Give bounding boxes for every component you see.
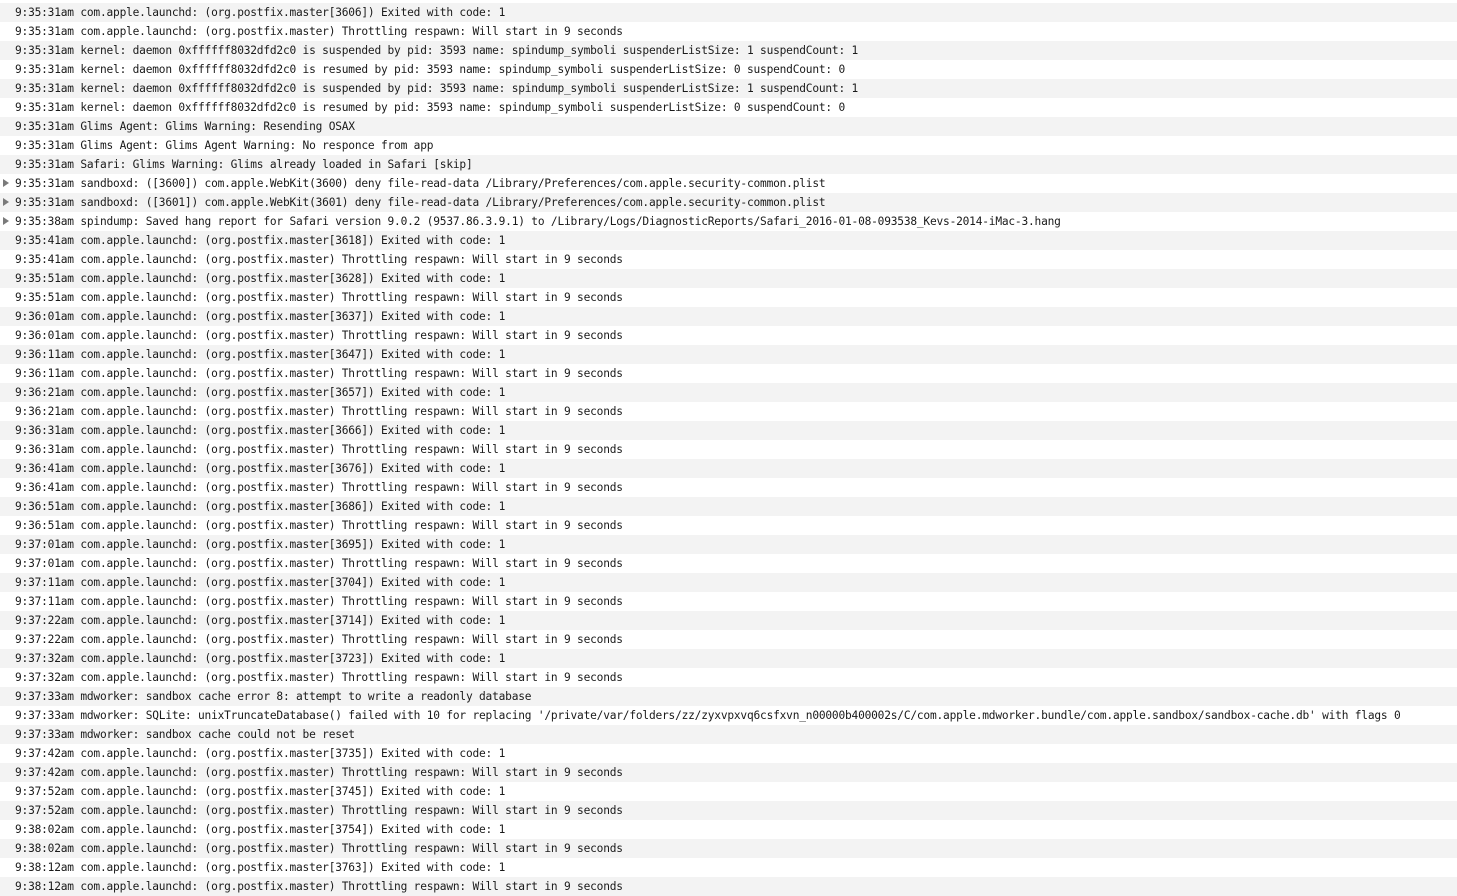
- log-row[interactable]: 9:37:32am com.apple.launchd: (org.postfi…: [0, 668, 1457, 687]
- log-row[interactable]: 9:37:42am com.apple.launchd: (org.postfi…: [0, 763, 1457, 782]
- log-row[interactable]: 9:35:31am kernel: daemon 0xffffff8032dfd…: [0, 79, 1457, 98]
- log-row[interactable]: 9:35:38am spindump: Saved hang report fo…: [0, 212, 1457, 231]
- log-row[interactable]: 9:35:31am Safari: Glims Warning: Glims a…: [0, 155, 1457, 174]
- log-message: 9:35:31am com.apple.launchd: (org.postfi…: [15, 25, 623, 38]
- log-row[interactable]: 9:37:33am mdworker: sandbox cache could …: [0, 725, 1457, 744]
- log-message: 9:35:31am kernel: daemon 0xffffff8032dfd…: [15, 82, 859, 95]
- log-message: 9:38:02am com.apple.launchd: (org.postfi…: [15, 842, 623, 855]
- log-message: 9:35:31am sandboxd: ([3601]) com.apple.W…: [15, 196, 826, 209]
- log-row[interactable]: 9:36:51am com.apple.launchd: (org.postfi…: [0, 497, 1457, 516]
- log-message: 9:36:31am com.apple.launchd: (org.postfi…: [15, 424, 506, 437]
- log-message: 9:36:51am com.apple.launchd: (org.postfi…: [15, 500, 506, 513]
- log-message: 9:36:11am com.apple.launchd: (org.postfi…: [15, 367, 623, 380]
- log-message: 9:37:52am com.apple.launchd: (org.postfi…: [15, 785, 506, 798]
- log-message: 9:37:52am com.apple.launchd: (org.postfi…: [15, 804, 623, 817]
- log-message: 9:35:31am Glims Agent: Glims Agent Warni…: [15, 139, 434, 152]
- log-message: 9:36:01am com.apple.launchd: (org.postfi…: [15, 329, 623, 342]
- log-row[interactable]: 9:36:01am com.apple.launchd: (org.postfi…: [0, 307, 1457, 326]
- log-message: 9:36:21am com.apple.launchd: (org.postfi…: [15, 386, 506, 399]
- log-message: 9:37:32am com.apple.launchd: (org.postfi…: [15, 671, 623, 684]
- log-message: 9:35:31am sandboxd: ([3600]) com.apple.W…: [15, 177, 826, 190]
- log-row[interactable]: 9:35:31am com.apple.launchd: (org.postfi…: [0, 3, 1457, 22]
- log-row[interactable]: 9:36:41am com.apple.launchd: (org.postfi…: [0, 478, 1457, 497]
- log-message: 9:36:41am com.apple.launchd: (org.postfi…: [15, 462, 506, 475]
- log-message: 9:37:42am com.apple.launchd: (org.postfi…: [15, 747, 506, 760]
- log-message: 9:35:31am Glims Agent: Glims Warning: Re…: [15, 120, 355, 133]
- log-message: 9:37:11am com.apple.launchd: (org.postfi…: [15, 576, 506, 589]
- log-message: 9:35:31am kernel: daemon 0xffffff8032dfd…: [15, 63, 846, 76]
- log-row[interactable]: 9:37:22am com.apple.launchd: (org.postfi…: [0, 611, 1457, 630]
- log-row[interactable]: 9:35:31am Glims Agent: Glims Agent Warni…: [0, 136, 1457, 155]
- log-row[interactable]: 9:35:31am com.apple.launchd: (org.postfi…: [0, 22, 1457, 41]
- log-message: 9:36:21am com.apple.launchd: (org.postfi…: [15, 405, 623, 418]
- log-row[interactable]: 9:38:12am com.apple.launchd: (org.postfi…: [0, 858, 1457, 877]
- disclosure-triangle-icon[interactable]: [3, 198, 9, 206]
- log-message: 9:36:31am com.apple.launchd: (org.postfi…: [15, 443, 623, 456]
- log-message: 9:38:12am com.apple.launchd: (org.postfi…: [15, 861, 506, 874]
- log-message: 9:37:01am com.apple.launchd: (org.postfi…: [15, 557, 623, 570]
- log-row[interactable]: 9:36:21am com.apple.launchd: (org.postfi…: [0, 402, 1457, 421]
- log-message: 9:35:31am kernel: daemon 0xffffff8032dfd…: [15, 44, 859, 57]
- log-row[interactable]: 9:37:01am com.apple.launchd: (org.postfi…: [0, 535, 1457, 554]
- log-message: 9:38:12am com.apple.launchd: (org.postfi…: [15, 880, 623, 893]
- log-message: 9:37:01am com.apple.launchd: (org.postfi…: [15, 538, 506, 551]
- log-row[interactable]: 9:37:11am com.apple.launchd: (org.postfi…: [0, 592, 1457, 611]
- log-view: 9:35:31am com.apple.launchd: (org.postfi…: [0, 3, 1457, 896]
- log-row[interactable]: 9:36:51am com.apple.launchd: (org.postfi…: [0, 516, 1457, 535]
- log-row[interactable]: 9:37:52am com.apple.launchd: (org.postfi…: [0, 782, 1457, 801]
- log-message: 9:35:41am com.apple.launchd: (org.postfi…: [15, 253, 623, 266]
- log-message: 9:35:31am kernel: daemon 0xffffff8032dfd…: [15, 101, 846, 114]
- log-row[interactable]: 9:37:32am com.apple.launchd: (org.postfi…: [0, 649, 1457, 668]
- log-row[interactable]: 9:37:01am com.apple.launchd: (org.postfi…: [0, 554, 1457, 573]
- log-row[interactable]: 9:37:33am mdworker: SQLite: unixTruncate…: [0, 706, 1457, 725]
- log-row[interactable]: 9:35:51am com.apple.launchd: (org.postfi…: [0, 269, 1457, 288]
- log-row[interactable]: 9:36:21am com.apple.launchd: (org.postfi…: [0, 383, 1457, 402]
- log-message: 9:35:51am com.apple.launchd: (org.postfi…: [15, 272, 506, 285]
- log-row[interactable]: 9:35:31am Glims Agent: Glims Warning: Re…: [0, 117, 1457, 136]
- disclosure-triangle-icon[interactable]: [3, 217, 9, 225]
- log-row[interactable]: 9:37:11am com.apple.launchd: (org.postfi…: [0, 573, 1457, 592]
- log-row[interactable]: 9:38:12am com.apple.launchd: (org.postfi…: [0, 877, 1457, 896]
- log-message: 9:38:02am com.apple.launchd: (org.postfi…: [15, 823, 506, 836]
- log-message: 9:36:01am com.apple.launchd: (org.postfi…: [15, 310, 506, 323]
- log-message: 9:37:33am mdworker: sandbox cache error …: [15, 690, 532, 703]
- log-row[interactable]: 9:35:31am kernel: daemon 0xffffff8032dfd…: [0, 60, 1457, 79]
- log-row[interactable]: 9:38:02am com.apple.launchd: (org.postfi…: [0, 820, 1457, 839]
- log-message: 9:37:33am mdworker: SQLite: unixTruncate…: [15, 709, 1401, 722]
- log-message: 9:35:31am Safari: Glims Warning: Glims a…: [15, 158, 473, 171]
- log-message: 9:35:41am com.apple.launchd: (org.postfi…: [15, 234, 506, 247]
- log-row[interactable]: 9:37:22am com.apple.launchd: (org.postfi…: [0, 630, 1457, 649]
- log-message: 9:36:51am com.apple.launchd: (org.postfi…: [15, 519, 623, 532]
- log-message: 9:36:11am com.apple.launchd: (org.postfi…: [15, 348, 506, 361]
- log-row[interactable]: 9:37:33am mdworker: sandbox cache error …: [0, 687, 1457, 706]
- log-row[interactable]: 9:36:31am com.apple.launchd: (org.postfi…: [0, 440, 1457, 459]
- log-message: 9:37:22am com.apple.launchd: (org.postfi…: [15, 614, 506, 627]
- log-row[interactable]: 9:36:41am com.apple.launchd: (org.postfi…: [0, 459, 1457, 478]
- log-row[interactable]: 9:35:31am kernel: daemon 0xffffff8032dfd…: [0, 98, 1457, 117]
- log-message: 9:37:11am com.apple.launchd: (org.postfi…: [15, 595, 623, 608]
- log-message: 9:35:31am com.apple.launchd: (org.postfi…: [15, 6, 506, 19]
- log-message: 9:35:51am com.apple.launchd: (org.postfi…: [15, 291, 623, 304]
- log-row[interactable]: 9:36:31am com.apple.launchd: (org.postfi…: [0, 421, 1457, 440]
- log-row[interactable]: 9:35:41am com.apple.launchd: (org.postfi…: [0, 231, 1457, 250]
- log-row[interactable]: 9:36:11am com.apple.launchd: (org.postfi…: [0, 345, 1457, 364]
- log-message: 9:37:42am com.apple.launchd: (org.postfi…: [15, 766, 623, 779]
- log-row[interactable]: 9:37:52am com.apple.launchd: (org.postfi…: [0, 801, 1457, 820]
- log-row[interactable]: 9:35:51am com.apple.launchd: (org.postfi…: [0, 288, 1457, 307]
- disclosure-triangle-icon[interactable]: [3, 179, 9, 187]
- log-row[interactable]: 9:38:02am com.apple.launchd: (org.postfi…: [0, 839, 1457, 858]
- log-row[interactable]: 9:35:41am com.apple.launchd: (org.postfi…: [0, 250, 1457, 269]
- log-row[interactable]: 9:36:11am com.apple.launchd: (org.postfi…: [0, 364, 1457, 383]
- log-message: 9:37:22am com.apple.launchd: (org.postfi…: [15, 633, 623, 646]
- log-message: 9:36:41am com.apple.launchd: (org.postfi…: [15, 481, 623, 494]
- log-message: 9:37:33am mdworker: sandbox cache could …: [15, 728, 355, 741]
- log-message: 9:37:32am com.apple.launchd: (org.postfi…: [15, 652, 506, 665]
- log-row[interactable]: 9:35:31am kernel: daemon 0xffffff8032dfd…: [0, 41, 1457, 60]
- log-row[interactable]: 9:37:42am com.apple.launchd: (org.postfi…: [0, 744, 1457, 763]
- log-row[interactable]: 9:35:31am sandboxd: ([3601]) com.apple.W…: [0, 193, 1457, 212]
- log-message: 9:35:38am spindump: Saved hang report fo…: [15, 215, 1061, 228]
- log-row[interactable]: 9:35:31am sandboxd: ([3600]) com.apple.W…: [0, 174, 1457, 193]
- log-row[interactable]: 9:36:01am com.apple.launchd: (org.postfi…: [0, 326, 1457, 345]
